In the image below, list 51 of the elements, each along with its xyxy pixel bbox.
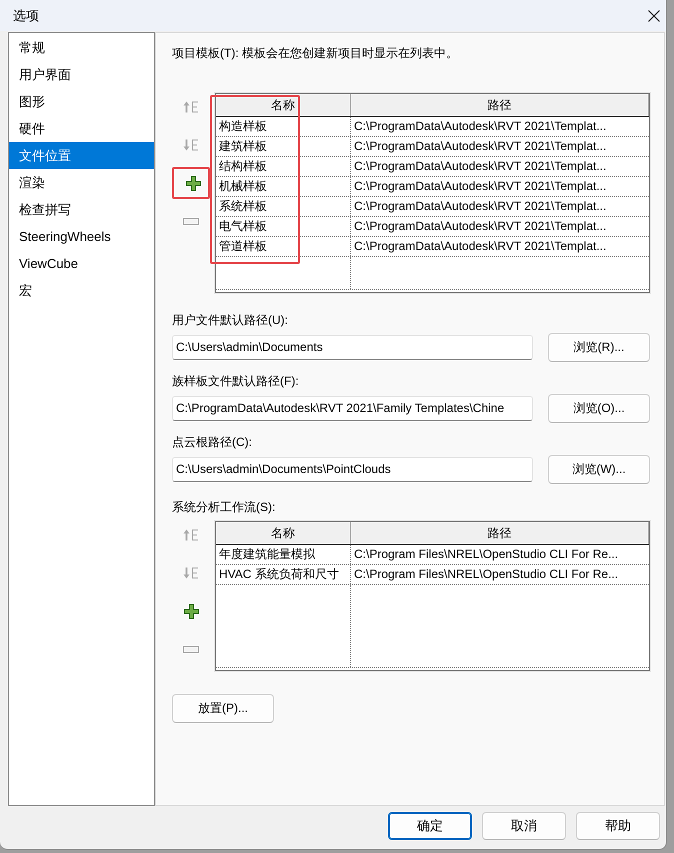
sidebar-item[interactable]: 文件位置 xyxy=(9,142,154,169)
plus-icon[interactable] xyxy=(184,604,198,618)
section-label: 项目模板(T): 模板会在您创建新项目时显示在列表中。 xyxy=(172,45,458,62)
section-label: 系统分析工作流(S): xyxy=(172,499,276,516)
path-field[interactable]: C:\ProgramData\Autodesk\RVT 2021\Family Templates\Chine xyxy=(172,396,533,421)
browse-button[interactable]: 浏览(W)... xyxy=(548,455,650,484)
path-field[interactable]: C:\Users\admin\Documents xyxy=(172,335,533,360)
column-header: 路径 xyxy=(351,522,649,544)
sidebar-item[interactable]: 硬件 xyxy=(9,115,154,142)
column-header: 名称 xyxy=(216,522,351,544)
table-cell: 构造样板 xyxy=(216,117,351,136)
table-cell-text: C:\ProgramData\Autodesk\RVT 2021\Templat... xyxy=(353,178,608,195)
sidebar-item[interactable]: 渲染 xyxy=(9,169,154,196)
plus-icon[interactable] xyxy=(186,176,200,190)
browse-button[interactable]: 浏览(O)... xyxy=(548,394,650,423)
table-cell-text: C:\ProgramData\Autodesk\RVT 2021\Templat... xyxy=(353,198,608,215)
table-cell: 电气样板 xyxy=(216,217,351,236)
dialog-button[interactable]: 帮助 xyxy=(576,812,660,840)
table-cell-text: C:\ProgramData\Autodesk\RVT 2021\Templat... xyxy=(353,158,608,175)
table-cell: 系统样板 xyxy=(216,197,351,216)
table-cell: 结构样板 xyxy=(216,157,351,176)
sidebar-item[interactable]: 常规 xyxy=(9,34,154,61)
field-label: 用户文件默认路径(U): xyxy=(172,312,288,329)
dialog-button[interactable]: 取消 xyxy=(482,812,566,840)
table-cell-text: C:\ProgramData\Autodesk\RVT 2021\Templat... xyxy=(353,218,608,235)
field-label: 族样板文件默认路径(F): xyxy=(172,373,299,390)
table-cell-text: C:\ProgramData\Autodesk\RVT 2021\Templat... xyxy=(353,138,608,155)
dialog-button[interactable]: 确定 xyxy=(388,812,472,840)
column-header: 路径 xyxy=(351,94,649,116)
sidebar-item[interactable]: ViewCube xyxy=(9,250,154,277)
table-cell-text: C:\Program Files\NREL\OpenStudio CLI For Re... xyxy=(353,566,620,583)
table-cell: 年度建筑能量模拟 xyxy=(216,545,351,564)
table-cell-text: C:\ProgramData\Autodesk\RVT 2021\Templat... xyxy=(353,238,608,255)
sidebar-item[interactable]: 宏 xyxy=(9,277,154,304)
table-cell: 建筑样板 xyxy=(216,137,351,156)
place-button[interactable]: 放置(P)... xyxy=(172,694,274,723)
table-cell-text: C:\ProgramData\Autodesk\RVT 2021\Templat... xyxy=(353,118,608,135)
table-cell: 管道样板 xyxy=(216,237,351,256)
dialog-title: 选项 xyxy=(13,6,39,24)
sidebar-item[interactable]: 用户界面 xyxy=(9,61,154,88)
path-field[interactable]: C:\Users\admin\Documents\PointClouds xyxy=(172,457,533,482)
close-icon[interactable] xyxy=(648,10,660,22)
browse-button[interactable]: 浏览(R)... xyxy=(548,333,650,362)
column-header: 名称 xyxy=(216,94,351,116)
table-cell: 机械样板 xyxy=(216,177,351,196)
field-label: 点云根路径(C): xyxy=(172,434,252,451)
table-cell: HVAC 系统负荷和尺寸 xyxy=(216,565,351,584)
sidebar-item[interactable]: 图形 xyxy=(9,88,154,115)
sidebar-item[interactable]: 检查拼写 xyxy=(9,196,154,223)
sidebar-item[interactable]: SteeringWheels xyxy=(9,223,154,250)
table-cell-text: C:\Program Files\NREL\OpenStudio CLI For Re... xyxy=(353,546,620,563)
